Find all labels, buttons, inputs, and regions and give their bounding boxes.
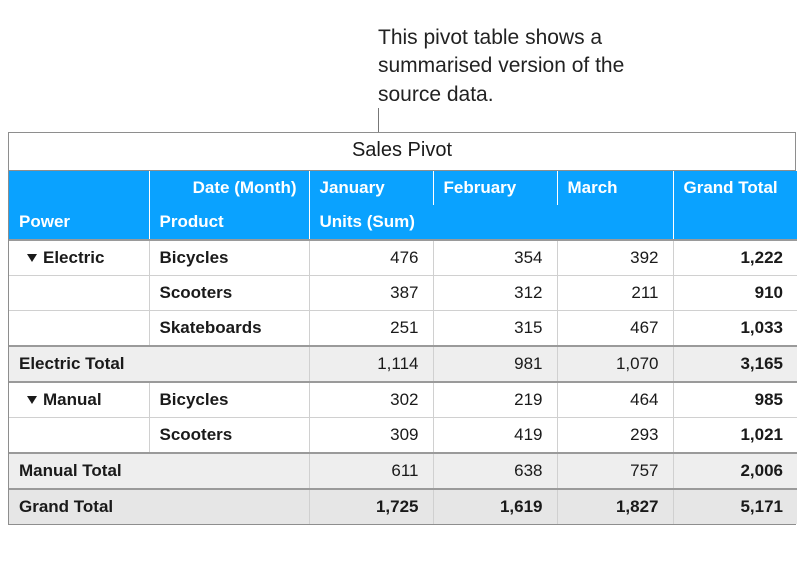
value-cell: 219 xyxy=(433,382,557,418)
table-row: Manual Bicycles 302 219 464 985 xyxy=(9,382,797,418)
empty-cell xyxy=(9,311,149,347)
table-row: Scooters 309 419 293 1,021 xyxy=(9,418,797,454)
units-sum-header: Units (Sum) xyxy=(309,205,673,240)
subtotal-cell: 611 xyxy=(309,453,433,489)
value-cell: 476 xyxy=(309,240,433,276)
disclosure-triangle-icon[interactable] xyxy=(27,395,37,405)
subtotal-row-manual: Manual Total 611 638 757 2,006 xyxy=(9,453,797,489)
grand-total-cell: 1,725 xyxy=(309,489,433,524)
month-header-march: March xyxy=(557,171,673,205)
subtotal-cell: 1,114 xyxy=(309,346,433,382)
subtotal-row-electric: Electric Total 1,114 981 1,070 3,165 xyxy=(9,346,797,382)
row-total-cell: 1,222 xyxy=(673,240,797,276)
month-header-february: February xyxy=(433,171,557,205)
row-total-cell: 985 xyxy=(673,382,797,418)
grand-total-total-cell: 5,171 xyxy=(673,489,797,524)
product-cell: Scooters xyxy=(149,276,309,311)
subtotal-cell: 1,070 xyxy=(557,346,673,382)
subtotal-total-cell: 2,006 xyxy=(673,453,797,489)
product-header: Product xyxy=(149,205,309,240)
value-cell: 354 xyxy=(433,240,557,276)
power-cell-electric[interactable]: Electric xyxy=(9,240,149,276)
grand-total-label: Grand Total xyxy=(9,489,309,524)
pivot-grid: Date (Month) January February March Gran… xyxy=(9,171,797,524)
subtotal-cell: 981 xyxy=(433,346,557,382)
value-cell: 467 xyxy=(557,311,673,347)
value-cell: 315 xyxy=(433,311,557,347)
row-total-cell: 910 xyxy=(673,276,797,311)
power-header: Power xyxy=(9,205,149,240)
row-total-cell: 1,021 xyxy=(673,418,797,454)
power-label: Electric xyxy=(43,248,104,267)
row-total-cell: 1,033 xyxy=(673,311,797,347)
table-row: Skateboards 251 315 467 1,033 xyxy=(9,311,797,347)
pivot-table: Sales Pivot Date (Month) January Februar… xyxy=(8,132,796,525)
header-row-fields: Power Product Units (Sum) xyxy=(9,205,797,240)
product-cell: Bicycles xyxy=(149,382,309,418)
value-cell: 293 xyxy=(557,418,673,454)
blank-header xyxy=(9,171,149,205)
grand-total-cell: 1,619 xyxy=(433,489,557,524)
empty-cell xyxy=(9,276,149,311)
grand-total-row: Grand Total 1,725 1,619 1,827 5,171 xyxy=(9,489,797,524)
value-cell: 387 xyxy=(309,276,433,311)
empty-cell xyxy=(9,418,149,454)
grand-total-header: Grand Total xyxy=(673,171,797,205)
blank-header-right xyxy=(673,205,797,240)
table-row: Scooters 387 312 211 910 xyxy=(9,276,797,311)
value-cell: 464 xyxy=(557,382,673,418)
grand-total-cell: 1,827 xyxy=(557,489,673,524)
month-header-january: January xyxy=(309,171,433,205)
value-cell: 302 xyxy=(309,382,433,418)
subtotal-cell: 757 xyxy=(557,453,673,489)
callout-text: This pivot table shows a summarised vers… xyxy=(378,24,678,109)
product-cell: Bicycles xyxy=(149,240,309,276)
value-cell: 251 xyxy=(309,311,433,347)
header-row-months: Date (Month) January February March Gran… xyxy=(9,171,797,205)
table-row: Electric Bicycles 476 354 392 1,222 xyxy=(9,240,797,276)
disclosure-triangle-icon[interactable] xyxy=(27,253,37,263)
date-month-header: Date (Month) xyxy=(149,171,309,205)
subtotal-label: Manual Total xyxy=(9,453,309,489)
subtotal-total-cell: 3,165 xyxy=(673,346,797,382)
power-label: Manual xyxy=(43,390,102,409)
product-cell: Skateboards xyxy=(149,311,309,347)
value-cell: 309 xyxy=(309,418,433,454)
pivot-title: Sales Pivot xyxy=(9,133,795,171)
product-cell: Scooters xyxy=(149,418,309,454)
power-cell-manual[interactable]: Manual xyxy=(9,382,149,418)
value-cell: 312 xyxy=(433,276,557,311)
value-cell: 419 xyxy=(433,418,557,454)
value-cell: 211 xyxy=(557,276,673,311)
value-cell: 392 xyxy=(557,240,673,276)
subtotal-cell: 638 xyxy=(433,453,557,489)
subtotal-label: Electric Total xyxy=(9,346,309,382)
